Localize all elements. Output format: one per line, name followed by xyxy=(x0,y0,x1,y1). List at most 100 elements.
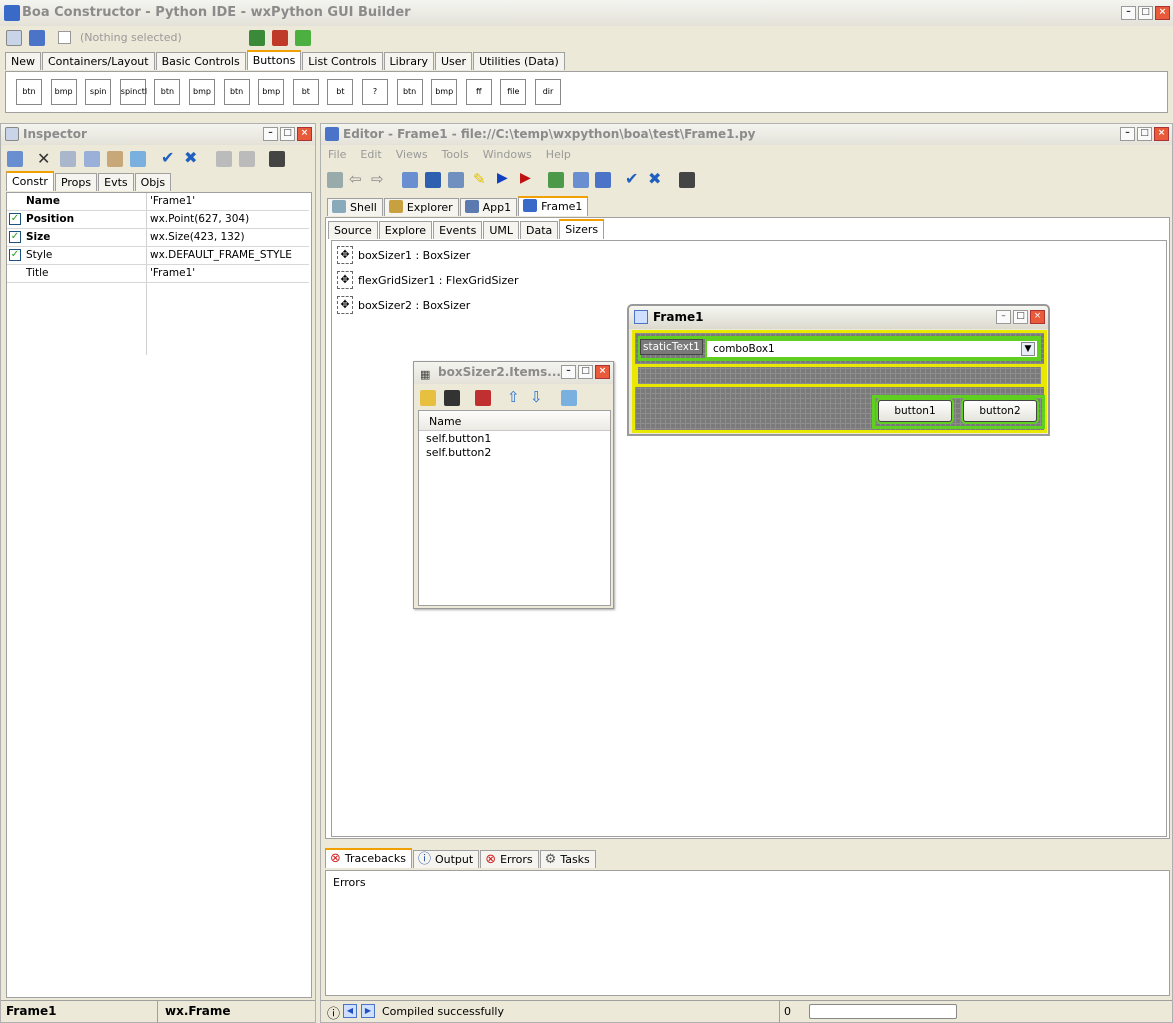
property-row[interactable]: ✓ Size wx.Size(423, 132) xyxy=(7,229,309,247)
view-tab[interactable]: UML xyxy=(483,221,519,239)
cut-icon[interactable] xyxy=(60,151,76,167)
inspector-tab[interactable]: Evts xyxy=(98,173,134,191)
editor-minimize-button[interactable]: – xyxy=(1120,127,1135,141)
open-icon[interactable] xyxy=(402,172,418,188)
highlight-icon[interactable]: ✎ xyxy=(473,170,486,188)
save-as-icon[interactable] xyxy=(448,172,464,188)
property-value[interactable]: 'Frame1' xyxy=(150,267,195,279)
property-row[interactable]: Name 'Frame1' xyxy=(7,193,309,211)
cancel-icon[interactable]: ✖ xyxy=(184,148,197,167)
save-icon[interactable] xyxy=(425,172,441,188)
close-button[interactable]: × xyxy=(1155,6,1170,20)
palette-button[interactable]: bt xyxy=(327,79,354,105)
combo-box[interactable]: comboBox1 ▼ xyxy=(705,339,1039,359)
items-minimize-button[interactable]: – xyxy=(561,365,576,379)
bottom-tab[interactable]: ⚙ Tasks xyxy=(539,850,596,868)
items-maximize-button[interactable]: □ xyxy=(578,365,593,379)
book-green-icon[interactable] xyxy=(249,30,265,46)
property-checkbox[interactable]: ✓ xyxy=(9,249,21,261)
editor-close-button[interactable]: × xyxy=(1154,127,1169,141)
inspector-tool-icon[interactable] xyxy=(6,30,22,46)
palette-button[interactable]: ? xyxy=(362,79,388,105)
file-tab[interactable]: Explorer xyxy=(383,198,459,216)
back-icon[interactable]: ⇦ xyxy=(349,170,362,188)
property-value[interactable]: 'Frame1' xyxy=(150,195,195,207)
editor-cancel-icon[interactable]: ✖ xyxy=(648,169,661,188)
palette-tab[interactable]: New xyxy=(5,52,41,70)
paste-icon[interactable] xyxy=(107,151,123,167)
items-refresh-icon[interactable] xyxy=(561,390,577,406)
editor-post-icon[interactable]: ✔ xyxy=(625,169,638,188)
items-row[interactable]: self.button1 xyxy=(426,432,491,445)
debug-icon[interactable]: ▶ xyxy=(520,170,531,186)
next-message-icon[interactable]: ▶ xyxy=(361,1004,375,1018)
property-row[interactable]: ✓ Position wx.Point(627, 304) xyxy=(7,211,309,229)
inspector-maximize-button[interactable]: □ xyxy=(280,127,295,141)
file-tab[interactable]: Frame1 xyxy=(518,196,589,216)
palette-button[interactable]: btn xyxy=(396,79,423,105)
palette-button[interactable]: bt xyxy=(292,79,319,105)
insert-item-icon[interactable] xyxy=(444,390,460,406)
palette-button[interactable]: btn xyxy=(223,79,250,105)
pointer-icon[interactable] xyxy=(595,172,611,188)
post-icon[interactable]: ✔ xyxy=(161,148,174,167)
property-value[interactable]: wx.DEFAULT_FRAME_STYLE xyxy=(150,249,292,261)
add-icon[interactable] xyxy=(216,151,232,167)
palette-tab[interactable]: Library xyxy=(383,52,434,70)
inspector-minimize-button[interactable]: – xyxy=(263,127,278,141)
menu-item[interactable]: File xyxy=(328,148,346,161)
palette-button[interactable]: ff xyxy=(465,79,492,105)
minimize-button[interactable]: – xyxy=(1121,6,1136,20)
palette-button[interactable]: file xyxy=(500,79,527,105)
view-tab[interactable]: Events xyxy=(433,221,483,239)
help-book-icon[interactable] xyxy=(269,151,285,167)
palette-button[interactable]: bmp xyxy=(258,79,285,105)
palette-tab[interactable]: User xyxy=(434,52,473,70)
new-item-icon[interactable] xyxy=(420,390,436,406)
inspector-tab[interactable]: Objs xyxy=(134,173,172,191)
copy-icon[interactable] xyxy=(84,151,100,167)
file-tab[interactable]: App1 xyxy=(459,198,518,216)
palette-tab[interactable]: Buttons xyxy=(246,50,302,70)
inspector-tab[interactable]: Constr xyxy=(6,171,54,191)
refresh-icon[interactable] xyxy=(130,151,146,167)
palette-button[interactable]: spin xyxy=(85,79,112,105)
palette-button[interactable]: bmp xyxy=(431,79,458,105)
button1[interactable]: button1 xyxy=(878,400,952,422)
palette-button[interactable]: dir xyxy=(535,79,561,105)
inspector-tab[interactable]: Props xyxy=(54,173,98,191)
delete-icon[interactable]: ✕ xyxy=(37,149,50,168)
property-value[interactable]: wx.Point(627, 304) xyxy=(150,213,249,225)
maximize-button[interactable]: □ xyxy=(1138,6,1153,20)
property-value[interactable]: wx.Size(423, 132) xyxy=(150,231,245,243)
print-icon[interactable] xyxy=(327,172,343,188)
menu-item[interactable]: Edit xyxy=(360,148,381,161)
property-checkbox[interactable]: ✓ xyxy=(9,213,21,225)
items-row[interactable]: self.button2 xyxy=(426,446,491,459)
palette-tab[interactable]: Utilities (Data) xyxy=(473,52,565,70)
palette-button[interactable]: spinctl xyxy=(119,79,147,105)
palette-button[interactable]: bmp xyxy=(50,79,77,105)
palette-tab[interactable]: Containers/Layout xyxy=(42,52,155,70)
items-close-button[interactable]: × xyxy=(595,365,610,379)
book-lime-icon[interactable] xyxy=(295,30,311,46)
menu-item[interactable]: Views xyxy=(396,148,428,161)
select-icon[interactable] xyxy=(573,172,589,188)
bottom-tab[interactable]: ⊗ Tracebacks xyxy=(325,848,412,868)
prev-message-icon[interactable]: ◀ xyxy=(343,1004,357,1018)
items-column-header[interactable]: Name xyxy=(419,411,610,431)
palette-button[interactable]: btn xyxy=(16,79,42,105)
palette-tab[interactable]: List Controls xyxy=(302,52,383,70)
frame1-minimize-button[interactable]: – xyxy=(996,310,1011,324)
menu-item[interactable]: Windows xyxy=(483,148,532,161)
view-tab[interactable]: Source xyxy=(328,221,378,239)
palette-button[interactable]: bmp xyxy=(189,79,215,105)
chevron-down-icon[interactable]: ▼ xyxy=(1021,342,1035,356)
palette-button[interactable]: btn xyxy=(154,79,181,105)
editor-help-icon[interactable] xyxy=(679,172,695,188)
editor-tool-icon[interactable] xyxy=(29,30,45,46)
menu-item[interactable]: Help xyxy=(546,148,571,161)
view-tab[interactable]: Data xyxy=(519,221,559,239)
designer-icon[interactable] xyxy=(548,172,564,188)
delete-item-icon[interactable] xyxy=(475,390,491,406)
